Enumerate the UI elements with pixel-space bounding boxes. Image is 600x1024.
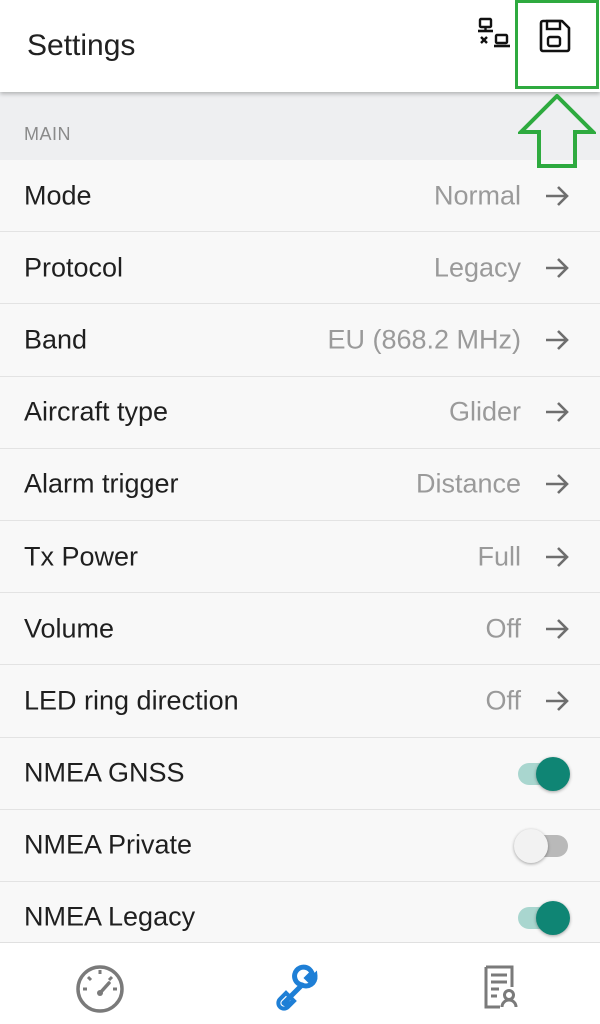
speedometer-icon	[76, 965, 124, 1013]
network-disconnected-icon	[478, 17, 510, 48]
nmea-legacy-toggle[interactable]	[514, 897, 570, 937]
setting-value: Full	[477, 541, 521, 572]
arrow-right-icon	[546, 618, 569, 639]
section-title: MAIN	[24, 124, 71, 144]
setting-value: Normal	[433, 180, 521, 211]
arrow-right-icon	[546, 474, 569, 495]
setting-value: Distance	[415, 468, 521, 499]
setting-row-protocol[interactable]: Protocol Legacy	[0, 232, 600, 305]
nav-item-settings[interactable]	[272, 959, 328, 1015]
arrow-right-icon	[546, 330, 569, 350]
setting-label: LED ring direction	[24, 685, 239, 716]
arrow-right-icon	[546, 257, 569, 278]
log-report-icon	[484, 965, 518, 1009]
setting-row-led-ring-direction[interactable]: LED ring direction Off	[0, 665, 600, 738]
nmea-private-toggle[interactable]	[514, 825, 570, 865]
setting-label: Protocol	[24, 252, 124, 283]
setting-value: Legacy	[433, 252, 521, 283]
setting-label: Band	[24, 324, 88, 355]
arrow-right-icon	[546, 546, 569, 567]
setting-row-aircraft-type[interactable]: Aircraft type Glider	[0, 376, 600, 449]
arrow-right-icon	[546, 185, 569, 206]
toggle-thumb	[514, 829, 548, 864]
page-title: Settings	[27, 29, 136, 62]
setting-row-nmea-private: NMEA Private	[0, 809, 600, 882]
setting-label: Aircraft type	[24, 396, 169, 427]
setting-label: Tx Power	[24, 541, 139, 572]
setting-label: Alarm trigger	[24, 468, 179, 499]
setting-label: Volume	[24, 613, 115, 644]
app-bar: Settings	[0, 0, 600, 92]
setting-row-alarm-trigger[interactable]: Alarm trigger Distance	[0, 448, 600, 521]
setting-row-nmea-gnss: NMEA GNSS	[0, 737, 600, 810]
setting-value: Off	[485, 685, 521, 716]
arrow-right-icon	[546, 690, 569, 711]
save-icon	[539, 19, 571, 53]
bottom-navigation	[0, 942, 600, 1024]
network-disconnected-button[interactable]	[474, 16, 514, 56]
wrench-icon	[276, 964, 318, 1011]
nmea-gnss-toggle[interactable]	[514, 753, 570, 793]
setting-row-band[interactable]: Band EU (868.2 MHz)	[0, 304, 600, 377]
setting-label: NMEA GNSS	[24, 757, 185, 788]
setting-row-mode[interactable]: Mode Normal	[0, 160, 600, 233]
save-button[interactable]	[534, 16, 576, 58]
setting-row-tx-power[interactable]: Tx Power Full	[0, 520, 600, 594]
nav-item-log[interactable]	[472, 959, 528, 1015]
setting-value: Glider	[448, 396, 521, 427]
arrow-right-icon	[546, 402, 569, 423]
setting-label: NMEA Private	[24, 829, 193, 860]
toggle-thumb	[536, 757, 570, 792]
setting-label: Mode	[24, 180, 92, 211]
setting-value: Off	[485, 613, 521, 644]
setting-label: NMEA Legacy	[24, 901, 196, 932]
setting-row-volume[interactable]: Volume Off	[0, 593, 600, 666]
settings-list: Mode Normal Protocol Legacy Band EU (868…	[0, 160, 600, 955]
setting-value: EU (868.2 MHz)	[327, 324, 521, 355]
section-header: MAIN	[0, 92, 600, 160]
nav-item-dashboard[interactable]	[72, 959, 128, 1015]
toggle-thumb	[536, 901, 570, 936]
